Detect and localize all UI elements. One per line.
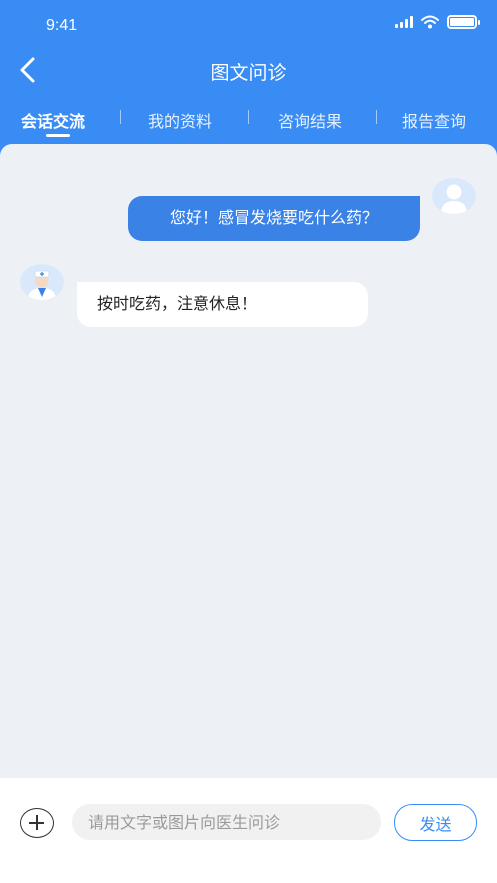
status-time: 9:41 (46, 17, 78, 34)
message-composer: 发送 (0, 778, 497, 883)
active-tab-indicator (46, 134, 70, 137)
tab-consult-result[interactable]: 咨询结果 (278, 108, 342, 132)
page-title: 图文问诊 (210, 62, 287, 84)
message-bubble-received: 按时吃药，注意休息！ (77, 282, 368, 327)
tab-report-query[interactable]: 报告查询 (402, 108, 466, 132)
message-input[interactable] (72, 804, 381, 840)
tab-divider (120, 110, 121, 124)
user-avatar-icon[interactable] (432, 178, 476, 214)
chat-area[interactable]: 您好！感冒发烧要吃什么药？ 按时吃药，注意休息！ (0, 144, 497, 778)
signal-icon (395, 16, 413, 28)
send-button[interactable]: 发送 (394, 804, 477, 841)
plus-circle-icon[interactable] (20, 808, 54, 838)
tab-my-info[interactable]: 我的资料 (148, 108, 212, 132)
message-bubble-sent: 您好！感冒发烧要吃什么药？ (128, 196, 420, 241)
battery-icon (447, 15, 480, 29)
tab-chat[interactable]: 会话交流 (21, 108, 85, 132)
status-icons (395, 15, 480, 29)
app-header: 9:41 图文问诊 会话交流 我的资料 咨询结果 报告查询 (0, 0, 497, 160)
tab-divider (248, 110, 249, 124)
doctor-avatar-icon[interactable] (20, 264, 64, 300)
wifi-icon (421, 15, 439, 29)
tab-divider (376, 110, 377, 124)
